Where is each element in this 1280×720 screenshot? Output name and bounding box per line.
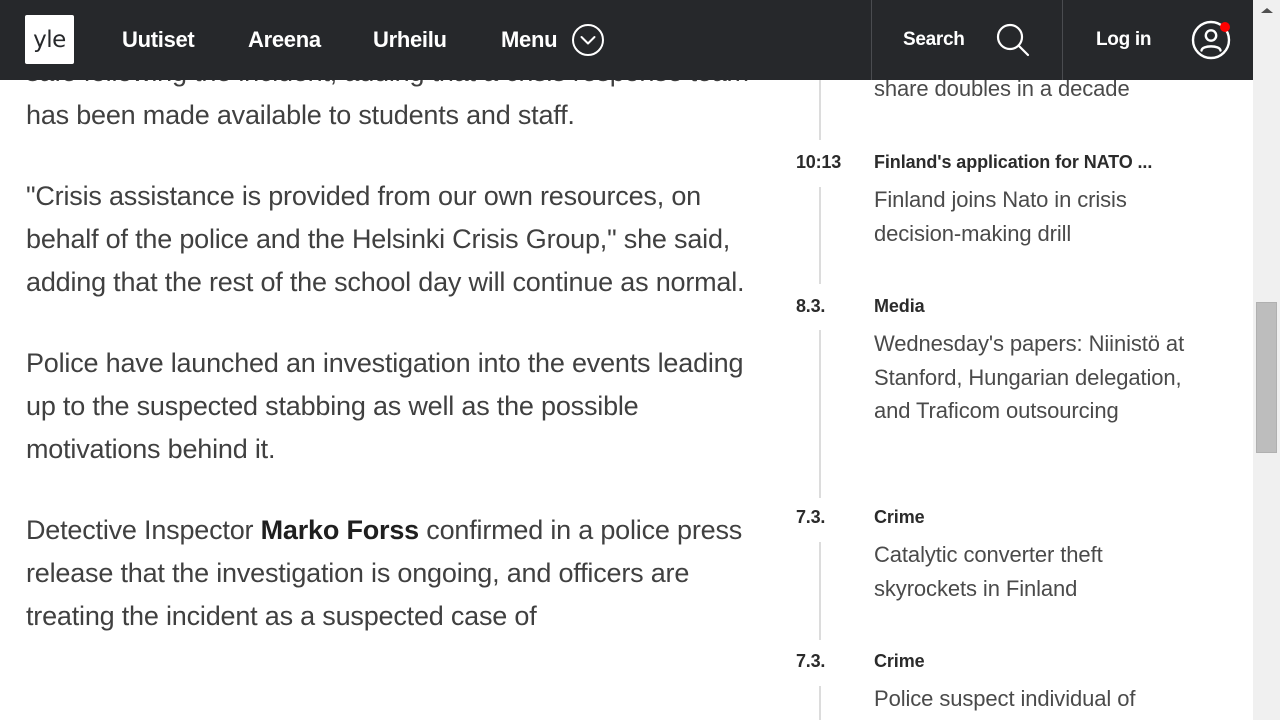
timeline-line: [819, 686, 821, 720]
news-item-category[interactable]: Crime: [874, 507, 925, 528]
page-scrollbar[interactable]: [1253, 0, 1280, 720]
news-item-category[interactable]: Media: [874, 296, 925, 317]
menu-label: Menu: [501, 27, 558, 52]
search-button[interactable]: Search: [903, 20, 1031, 60]
article-paragraph: Police have launched an investigation in…: [26, 348, 744, 464]
login-label: Log in: [1096, 29, 1152, 50]
logo-text: yle: [33, 26, 66, 53]
timeline-line: [819, 330, 821, 498]
nav-link-urheilu[interactable]: Urheilu: [373, 27, 447, 53]
news-item-time: 8.3.: [796, 296, 826, 316]
news-item-time: 7.3.: [796, 651, 826, 671]
person-name: Marko Forss: [260, 515, 420, 545]
news-item-category[interactable]: Crime: [874, 651, 925, 672]
news-item-time: 7.3.: [796, 507, 826, 527]
news-item-title[interactable]: Finland joins Nato in crisis decision-ma…: [874, 183, 1204, 250]
menu-button[interactable]: Menu: [501, 22, 605, 58]
timeline-line: [819, 542, 821, 640]
article-paragraph: "Crisis assistance is provided from our …: [26, 181, 745, 297]
news-item-title[interactable]: Wednesday's papers: Niinistö at Stanford…: [874, 327, 1204, 428]
yle-logo[interactable]: yle: [25, 15, 74, 64]
top-navigation-bar: yle Uutiset Areena Urheilu Menu Search L…: [0, 0, 1253, 80]
scroll-up-arrow-icon[interactable]: [1253, 0, 1280, 20]
news-item-title[interactable]: Catalytic converter theft skyrockets in …: [874, 538, 1204, 605]
chevron-down-circle-icon: [572, 24, 605, 56]
search-label: Search: [903, 29, 965, 50]
news-item-time: 10:13: [796, 152, 842, 172]
paragraph-text: Detective Inspector: [26, 515, 261, 545]
nav-divider: [871, 0, 872, 80]
nav-link-uutiset[interactable]: Uutiset: [122, 27, 195, 53]
article-paragraph: Detective Inspector Marko Forss confirme…: [26, 509, 776, 638]
nav-link-areena[interactable]: Areena: [248, 27, 321, 53]
article-body: safe following the incident, adding that…: [26, 51, 776, 676]
news-item-category[interactable]: Finland's application for NATO ...: [874, 152, 1152, 173]
news-item-title[interactable]: Police suspect individual of: [874, 682, 1204, 716]
nav-divider: [1062, 0, 1063, 80]
search-icon: [996, 23, 1029, 57]
scrollbar-thumb[interactable]: [1256, 302, 1277, 453]
timeline-line: [819, 187, 821, 284]
avatar: [1191, 20, 1231, 60]
login-button[interactable]: Log in: [1096, 20, 1231, 60]
